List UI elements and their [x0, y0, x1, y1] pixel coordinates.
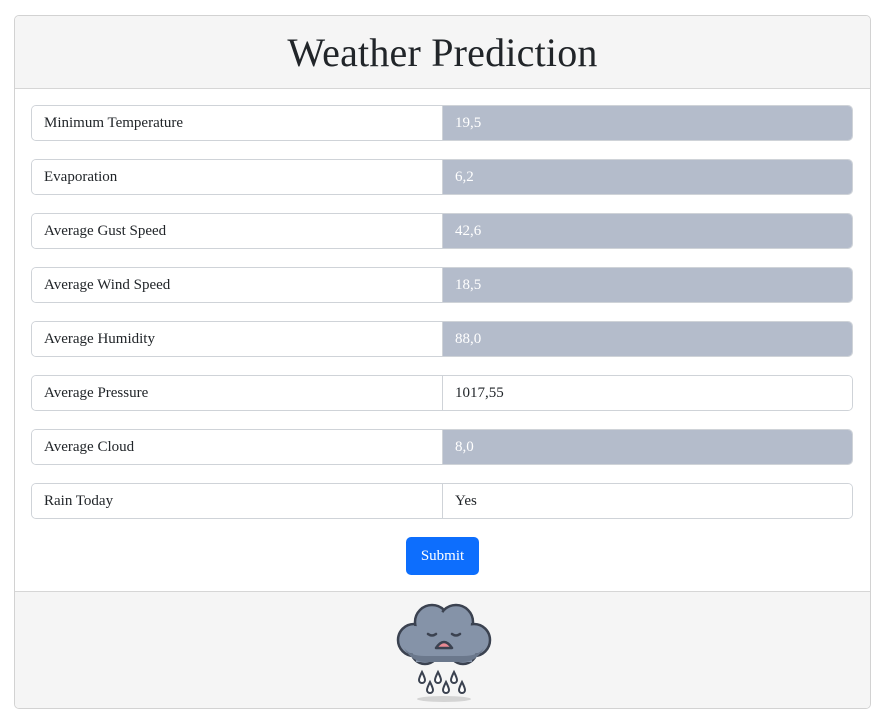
prediction-form: Minimum Temperature Evaporation Average …	[15, 89, 870, 591]
submit-button[interactable]: Submit	[406, 537, 479, 575]
card-header: Weather Prediction	[15, 16, 870, 89]
field-row-minimum-temperature: Minimum Temperature	[31, 105, 853, 141]
sad-rain-cloud-icon	[396, 603, 492, 702]
field-row-average-gust-speed: Average Gust Speed	[31, 213, 853, 249]
average-cloud-input[interactable]	[443, 430, 852, 464]
evaporation-input[interactable]	[443, 160, 852, 194]
prediction-card: Weather Prediction Minimum Temperature E…	[14, 15, 871, 709]
field-row-evaporation: Evaporation	[31, 159, 853, 195]
field-label: Evaporation	[32, 160, 443, 194]
card-footer	[15, 591, 870, 708]
field-label: Average Gust Speed	[32, 214, 443, 248]
minimum-temperature-input[interactable]	[443, 106, 852, 140]
field-row-average-cloud: Average Cloud	[31, 429, 853, 465]
field-label: Average Cloud	[32, 430, 443, 464]
field-row-rain-today: Rain Today	[31, 483, 853, 519]
field-row-average-pressure: Average Pressure	[31, 375, 853, 411]
rain-today-input[interactable]	[443, 484, 852, 518]
field-label: Average Humidity	[32, 322, 443, 356]
average-pressure-input[interactable]	[443, 376, 852, 410]
field-row-average-wind-speed: Average Wind Speed	[31, 267, 853, 303]
page-title: Weather Prediction	[287, 29, 598, 75]
field-label: Average Wind Speed	[32, 268, 443, 302]
average-humidity-input[interactable]	[443, 322, 852, 356]
field-row-average-humidity: Average Humidity	[31, 321, 853, 357]
field-label: Rain Today	[32, 484, 443, 518]
average-gust-speed-input[interactable]	[443, 214, 852, 248]
average-wind-speed-input[interactable]	[443, 268, 852, 302]
field-label: Average Pressure	[32, 376, 443, 410]
field-label: Minimum Temperature	[32, 106, 443, 140]
